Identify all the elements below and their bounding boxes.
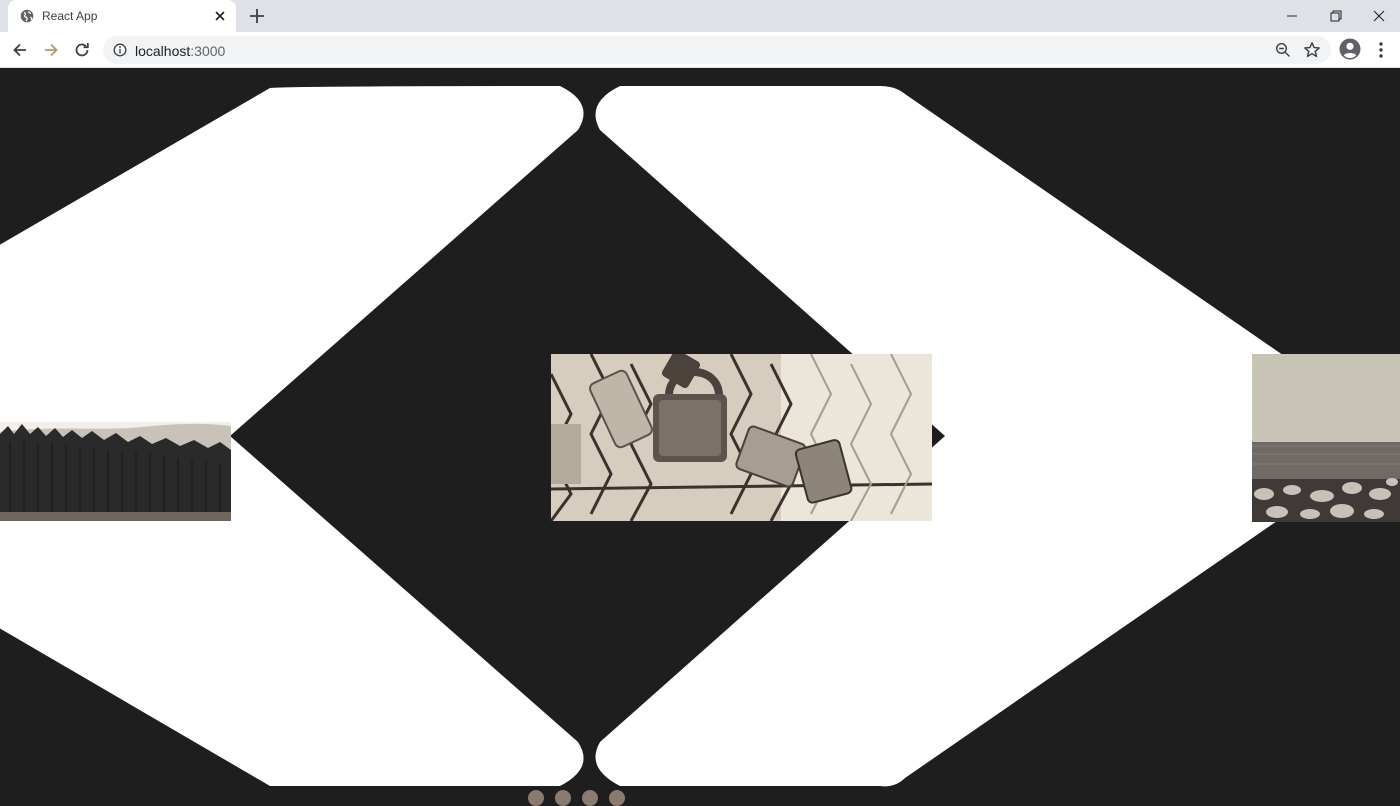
tab-strip: React App: [0, 0, 1400, 32]
close-window-icon: [1373, 10, 1385, 22]
arrow-right-icon[interactable]: [41, 40, 61, 60]
minimize-icon: [1287, 15, 1297, 17]
globe-icon: [20, 9, 34, 23]
padlock-photo: [551, 354, 932, 521]
sea-slide[interactable]: [1252, 354, 1400, 522]
star-icon[interactable]: [1303, 41, 1321, 59]
carousel-dot-1[interactable]: [528, 790, 544, 806]
sea-photo: [1252, 354, 1400, 522]
close-window-button[interactable]: [1356, 0, 1400, 32]
page-content: [0, 68, 1400, 806]
tab-title: React App: [42, 9, 98, 23]
arrow-left-icon[interactable]: [10, 40, 30, 60]
close-icon[interactable]: [212, 8, 228, 24]
account-icon[interactable]: [1339, 38, 1361, 60]
minimize-button[interactable]: [1269, 0, 1315, 32]
kebab-menu-icon[interactable]: [1372, 40, 1390, 60]
restore-button[interactable]: [1313, 0, 1359, 32]
browser-toolbar: localhost:3000: [0, 32, 1400, 68]
carousel-dot-2[interactable]: [555, 790, 571, 806]
restore-icon: [1330, 10, 1342, 22]
url-port: :3000: [190, 43, 226, 59]
forest-slide[interactable]: [0, 422, 231, 521]
forest-photo: [0, 422, 231, 521]
url-text: localhost:3000: [135, 43, 225, 59]
reload-icon[interactable]: [72, 40, 92, 60]
info-icon[interactable]: [113, 43, 127, 57]
address-bar[interactable]: localhost:3000: [103, 36, 1331, 64]
plus-icon[interactable]: [248, 7, 266, 25]
carousel-dot-4[interactable]: [609, 790, 625, 806]
url-host: localhost: [135, 43, 191, 59]
padlock-slide[interactable]: [551, 354, 932, 521]
browser-tab[interactable]: React App: [8, 0, 236, 32]
zoom-out-icon[interactable]: [1275, 42, 1291, 58]
carousel-dot-3[interactable]: [582, 790, 598, 806]
